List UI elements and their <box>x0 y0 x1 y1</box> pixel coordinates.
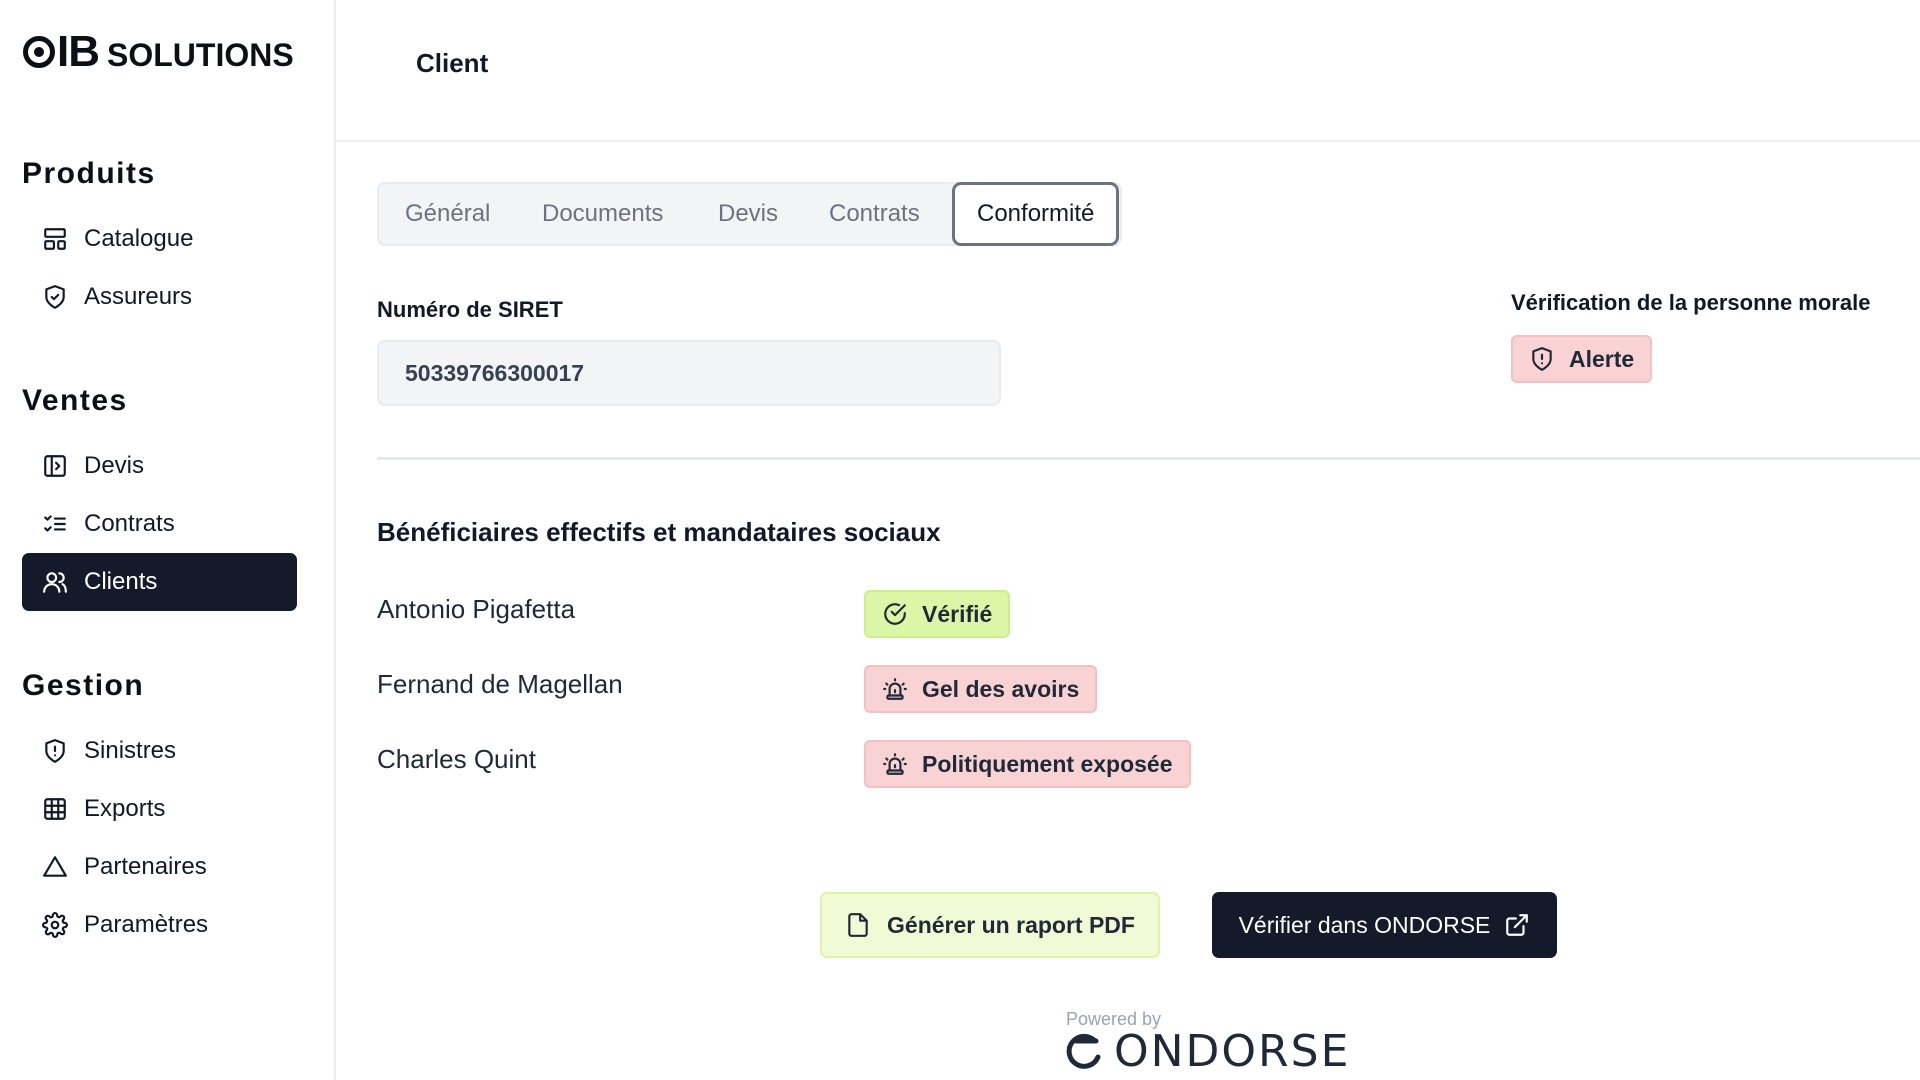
external-link-icon <box>1506 914 1529 936</box>
sidebar-item-devis[interactable]: Devis <box>22 437 297 495</box>
brand-logo[interactable]: IB SOLUTIONS <box>22 30 294 74</box>
sidebar-item-label: Devis <box>84 452 145 479</box>
file-input-icon <box>44 455 66 477</box>
beneficiary-name: Antonio Pigafetta <box>377 594 576 624</box>
beneficiary-name: Charles Quint <box>377 744 536 774</box>
shield-check-icon <box>45 285 65 309</box>
button-label: Générer un raport PDF <box>887 911 1135 938</box>
logo-ib-text: IB <box>57 27 100 76</box>
sidebar-item-label: Catalogue <box>84 225 194 252</box>
legal-entity-status-badge: Alerte <box>1511 335 1653 383</box>
shield-alert-icon <box>45 739 65 763</box>
sidebar-item-catalogue[interactable]: Catalogue <box>22 210 297 268</box>
check-circle-icon <box>884 603 906 625</box>
sidebar-item-label: Exports <box>84 795 166 822</box>
triangle-icon <box>43 856 67 877</box>
grid-icon <box>44 798 66 820</box>
badge-label: Politiquement exposée <box>922 750 1173 777</box>
sidebar-item-sinistres[interactable]: Sinistres <box>22 722 297 780</box>
sidebar: IB SOLUTIONS Produits Catalogue Assureur… <box>0 0 336 1080</box>
sidebar-item-label: Partenaires <box>84 853 207 880</box>
beneficiary-status-badge: Vérifié <box>864 590 1011 638</box>
badge-label: Alerte <box>1569 345 1635 372</box>
beneficiary-name: Fernand de Magellan <box>377 669 623 699</box>
sidebar-item-label: Clients <box>84 568 158 595</box>
beneficiaries-title: Bénéficiaires effectifs et mandataires s… <box>377 517 941 547</box>
ondorse-logo[interactable]: ONDORSE <box>1064 1030 1350 1074</box>
section-divider <box>377 457 1920 460</box>
sidebar-item-label: Assureurs <box>84 283 193 310</box>
logo-mark-icon <box>23 36 55 68</box>
tab-bar: Général Documents Devis Contrats Conform… <box>377 182 1122 246</box>
sidebar-item-partenaires[interactable]: Partenaires <box>22 838 297 896</box>
file-icon <box>848 913 868 937</box>
beneficiary-status-badge: Gel des avoirs <box>864 665 1098 713</box>
page-header: Client <box>336 0 1920 142</box>
siren-icon <box>883 678 907 700</box>
sidebar-item-exports[interactable]: Exports <box>22 780 297 838</box>
sidebar-item-parametres[interactable]: Paramètres <box>22 896 297 954</box>
users-icon <box>43 572 67 593</box>
list-checks-icon <box>44 515 66 532</box>
beneficiary-status-badge: Politiquement exposée <box>864 740 1191 788</box>
section-title-ventes: Ventes <box>22 384 128 417</box>
sidebar-item-label: Contrats <box>84 510 175 537</box>
settings-icon <box>42 912 68 938</box>
generate-pdf-button[interactable]: Générer un raport PDF <box>820 892 1160 958</box>
tab-devis[interactable]: Devis <box>718 184 778 244</box>
shield-alert-icon <box>1532 347 1552 371</box>
layout-icon <box>44 228 66 250</box>
sidebar-item-contrats[interactable]: Contrats <box>22 495 297 553</box>
legal-entity-verification-label: Vérification de la personne morale <box>1511 290 1871 315</box>
section-title-produits: Produits <box>22 157 156 190</box>
page-title: Client <box>416 48 489 78</box>
ondorse-mark-icon <box>1066 1033 1101 1069</box>
sidebar-item-assureurs[interactable]: Assureurs <box>22 268 297 326</box>
badge-label: Gel des avoirs <box>922 675 1080 702</box>
button-label: Vérifier dans ONDORSE <box>1238 911 1491 938</box>
verify-ondorse-button[interactable]: Vérifier dans ONDORSE <box>1212 892 1557 958</box>
siret-label: Numéro de SIRET <box>377 297 563 322</box>
sidebar-item-label: Sinistres <box>84 737 177 764</box>
logo-solutions-text: SOLUTIONS <box>107 37 294 73</box>
tab-general[interactable]: Général <box>405 184 490 244</box>
section-title-gestion: Gestion <box>22 669 145 702</box>
siret-field[interactable]: 50339766300017 <box>377 340 1001 406</box>
tab-documents[interactable]: Documents <box>542 184 663 244</box>
siren-icon <box>883 753 907 775</box>
tab-contrats[interactable]: Contrats <box>829 184 920 244</box>
sidebar-item-clients[interactable]: Clients <box>22 553 297 611</box>
ondorse-brand-text: ONDORSE <box>1114 1026 1351 1077</box>
badge-label: Vérifié <box>922 600 993 627</box>
tab-conformite[interactable]: Conformité <box>952 182 1120 246</box>
sidebar-item-label: Paramètres <box>84 911 209 938</box>
